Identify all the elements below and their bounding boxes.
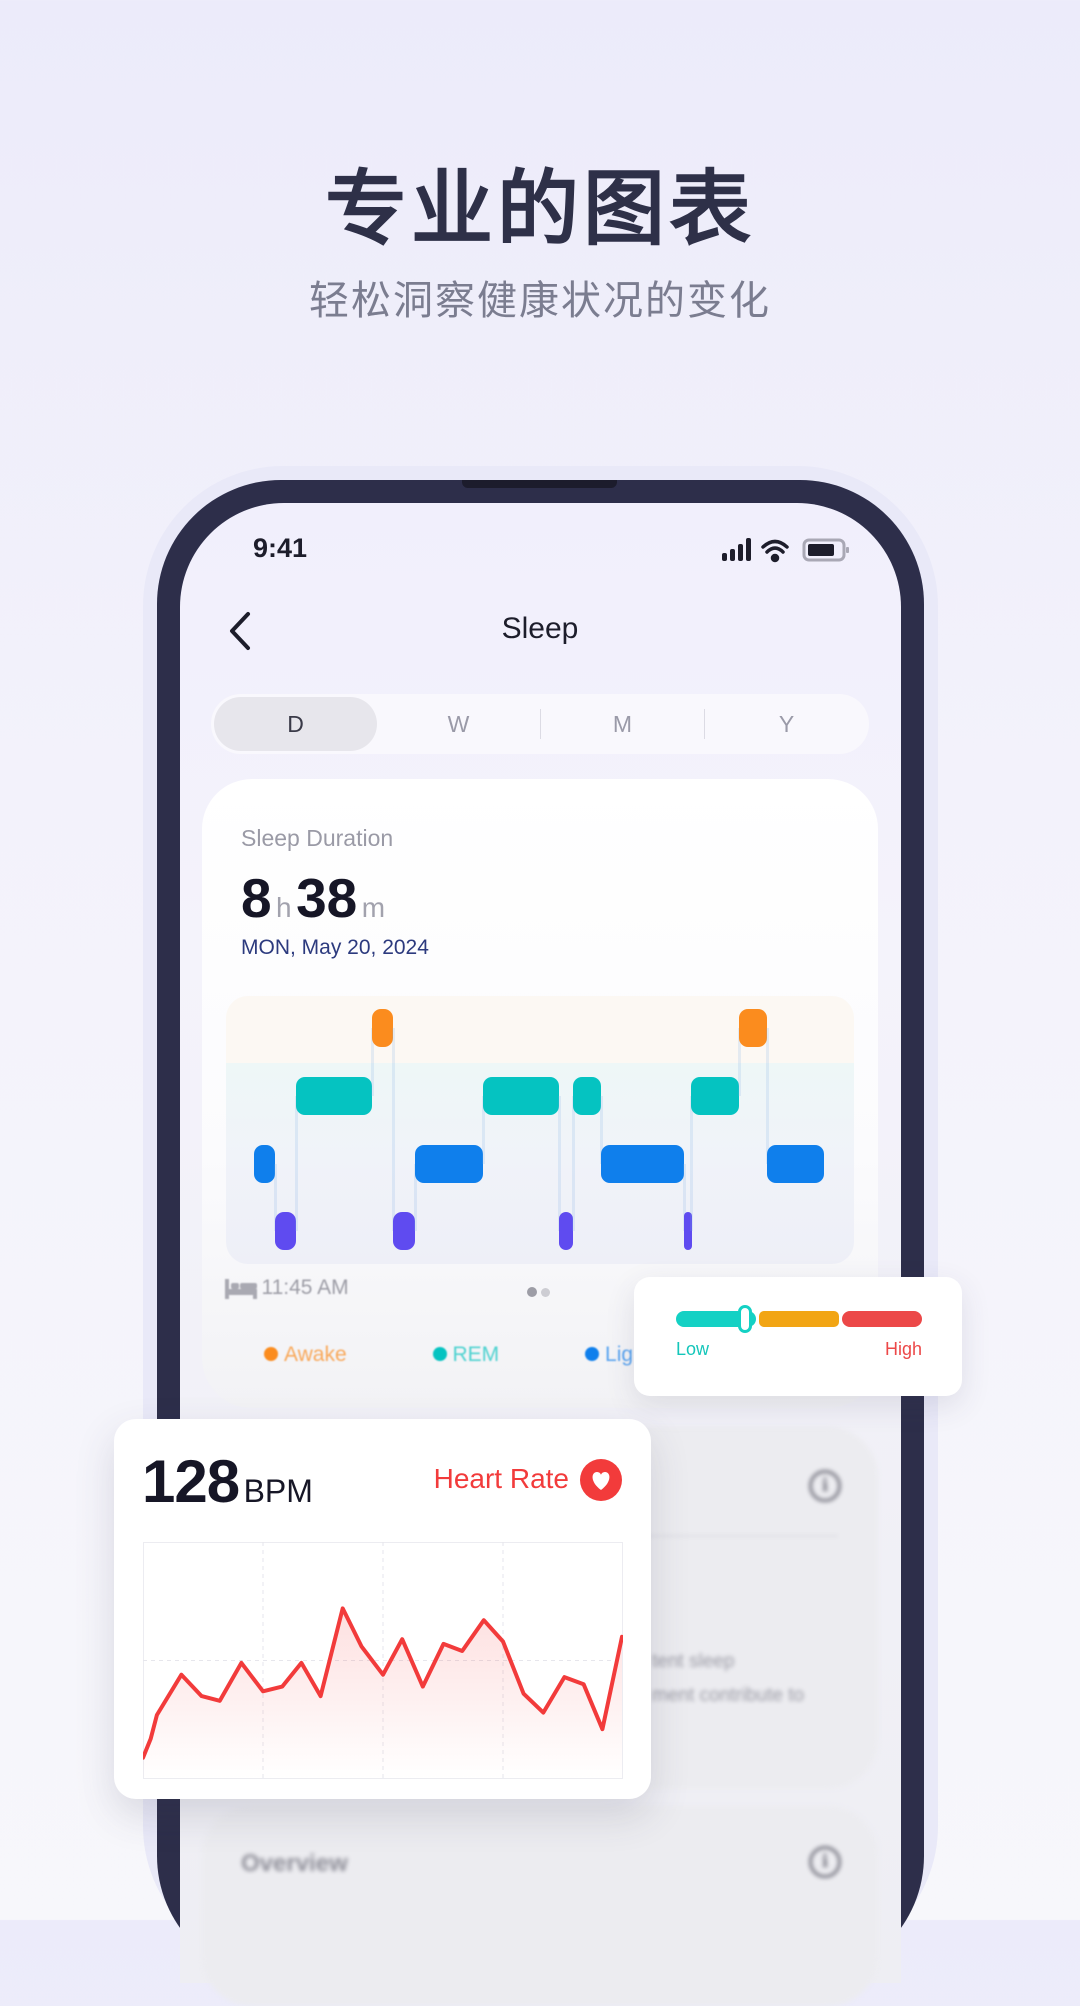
signal-icon <box>722 538 751 561</box>
hours-value: 8 <box>241 867 272 929</box>
back-button[interactable] <box>226 610 256 652</box>
level-low-label: Low <box>676 1339 710 1359</box>
stage-bar-awake <box>371 1009 393 1047</box>
heart-rate-chart <box>143 1542 623 1779</box>
stage-connector <box>765 1028 769 1164</box>
status-icons <box>722 538 849 563</box>
level-slider-thumb[interactable] <box>737 1305 752 1333</box>
heart-icon <box>580 1459 622 1501</box>
bedtime-text: 11:45 AM <box>261 1276 349 1299</box>
legend-light-dot <box>585 1347 600 1361</box>
bpm-unit: BPM <box>243 1473 313 1509</box>
stage-connector <box>294 1096 298 1231</box>
tab-year[interactable]: Y <box>705 697 868 751</box>
stage-connector <box>689 1096 693 1231</box>
legend-rem: REM <box>452 1343 500 1366</box>
chevron-left-icon <box>230 612 250 650</box>
page-dot-active[interactable] <box>527 1287 537 1297</box>
stage-connector <box>572 1096 576 1231</box>
stage-bar-deep <box>392 1212 415 1250</box>
minutes-value: 38 <box>296 867 358 929</box>
level-mid-segment <box>759 1311 839 1327</box>
stage-bar-light <box>766 1145 824 1183</box>
minutes-unit: m <box>361 892 386 923</box>
page-title: Sleep <box>501 612 579 645</box>
sleep-legend: Awake REM Lig <box>264 1343 633 1367</box>
page-dots <box>527 1284 551 1302</box>
level-popup: Low High <box>634 1277 962 1396</box>
tab-day[interactable]: D <box>214 697 377 751</box>
wifi-icon <box>761 539 789 563</box>
tab-month[interactable]: M <box>541 697 704 751</box>
legend-awake-dot <box>264 1347 278 1361</box>
insight-text-2: ment contribute to <box>652 1685 805 1706</box>
sleep-duration-label: Sleep Duration <box>241 825 394 851</box>
stage-connector <box>391 1028 395 1231</box>
stage-bar-rem <box>573 1077 601 1115</box>
stage-bar-awake <box>739 1009 767 1047</box>
overview-card: Overview i <box>202 1806 878 2006</box>
status-time: 9:41 <box>253 533 308 563</box>
stage-connector <box>557 1096 561 1231</box>
stage-bar-rem <box>295 1077 372 1115</box>
battery-icon <box>802 538 849 562</box>
bedtime: 11:45 AM <box>225 1276 349 1300</box>
bed-icon <box>225 1279 257 1299</box>
hero-title: 专业的图表 <box>324 162 755 257</box>
stage-bar-rem <box>690 1077 740 1115</box>
insight-text-1: tent sleep <box>652 1651 735 1672</box>
hero-subtitle: 轻松洞察健康状况的变化 <box>309 278 771 324</box>
legend-light: Lig <box>605 1343 634 1366</box>
heart-rate-card: 128 BPM Heart Rate <box>114 1419 651 1799</box>
page-dot[interactable] <box>541 1288 551 1297</box>
legend-awake: Awake <box>284 1343 347 1366</box>
legend-rem-dot <box>432 1347 447 1361</box>
stage-bar-light <box>600 1145 685 1183</box>
level-high-label: High <box>884 1339 922 1359</box>
heart-rate-label: Heart Rate <box>433 1463 569 1494</box>
phone-notch <box>462 480 617 488</box>
sleep-stage-chart <box>226 996 854 1264</box>
tab-week[interactable]: W <box>377 697 540 751</box>
info-icon[interactable]: i <box>809 1846 841 1878</box>
stage-bar-light <box>414 1145 483 1183</box>
stage-bar-deep <box>274 1212 296 1250</box>
info-icon[interactable]: i <box>809 1470 841 1502</box>
sleep-date: MON, May 20, 2024 <box>241 936 429 959</box>
bpm-value: 128 <box>142 1448 240 1515</box>
level-high-segment <box>842 1311 922 1327</box>
sleep-duration-value: 8 h 38 m <box>241 866 385 930</box>
overview-title: Overview <box>241 1850 348 1877</box>
hours-unit: h <box>276 892 292 923</box>
stage-bar-deep <box>558 1212 574 1250</box>
heart-rate-value: 128 BPM <box>142 1447 313 1516</box>
stage-bar-rem <box>482 1077 559 1115</box>
stage-bar-light <box>254 1145 275 1183</box>
period-segmented-control: D W M Y <box>211 694 869 754</box>
